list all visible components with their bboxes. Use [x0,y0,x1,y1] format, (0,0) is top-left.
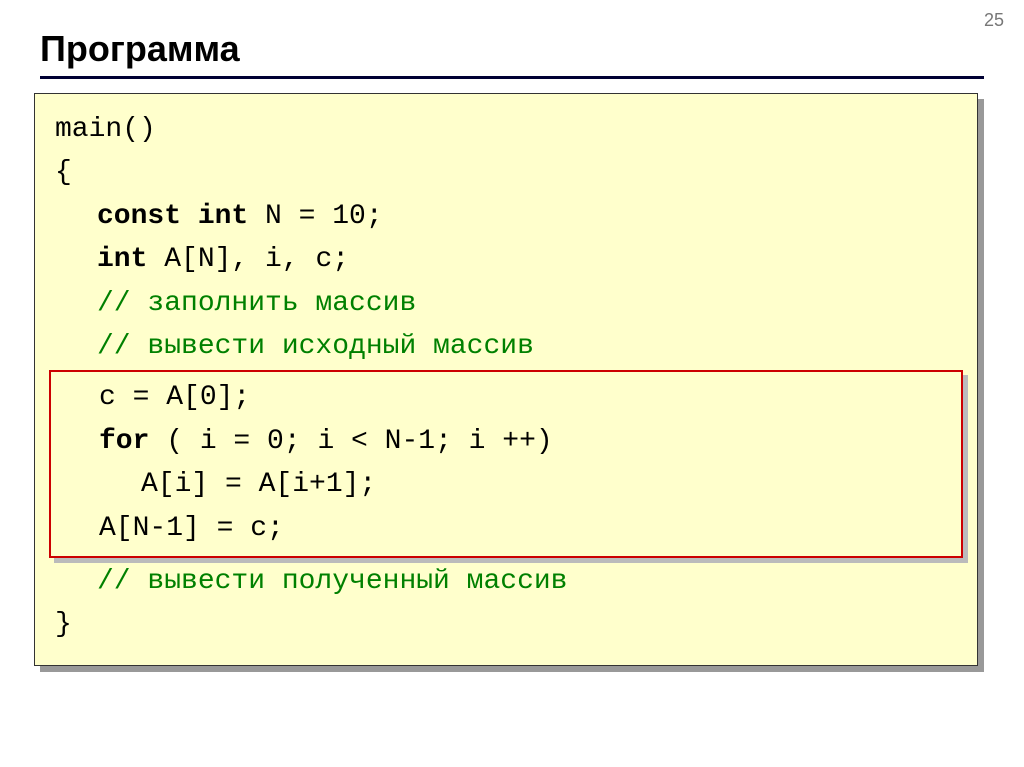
code-line: A[N-1] = c; [57,507,955,550]
code-text: A[N], i, c; [147,244,349,275]
code-line: const int N = 10; [55,195,957,238]
title-divider [40,76,984,79]
code-line: } [55,603,957,646]
code-block: main() { const int N = 10; int A[N], i, … [34,93,978,666]
comment: // вывести полученный массив [97,566,567,597]
code-line: A[i] = A[i+1]; [57,463,955,506]
code-line: // заполнить массив [55,282,957,325]
keyword: int [97,244,147,275]
code-line: { [55,151,957,194]
code-text: ( i = 0; i < N-1; i ++) [149,426,552,457]
highlight-box: c = A[0]; for ( i = 0; i < N-1; i ++) A[… [49,370,963,558]
highlight-block: c = A[0]; for ( i = 0; i < N-1; i ++) A[… [49,370,963,558]
page-number: 25 [984,10,1004,31]
code-line: // вывести полученный массив [55,560,957,603]
code-block-shadow: main() { const int N = 10; int A[N], i, … [40,99,984,672]
code-line: int A[N], i, c; [55,238,957,281]
code-text: N = 10; [248,201,382,232]
comment: // заполнить массив [97,288,416,319]
slide: 25 Программа main() { const int N = 10; … [0,0,1024,767]
code-line: for ( i = 0; i < N-1; i ++) [57,420,955,463]
keyword: const int [97,201,248,232]
code-line: main() [55,108,957,151]
slide-title: Программа [40,28,984,70]
code-line: c = A[0]; [57,376,955,419]
keyword: for [99,426,149,457]
comment: // вывести исходный массив [97,331,534,362]
code-line: // вывести исходный массив [55,325,957,368]
